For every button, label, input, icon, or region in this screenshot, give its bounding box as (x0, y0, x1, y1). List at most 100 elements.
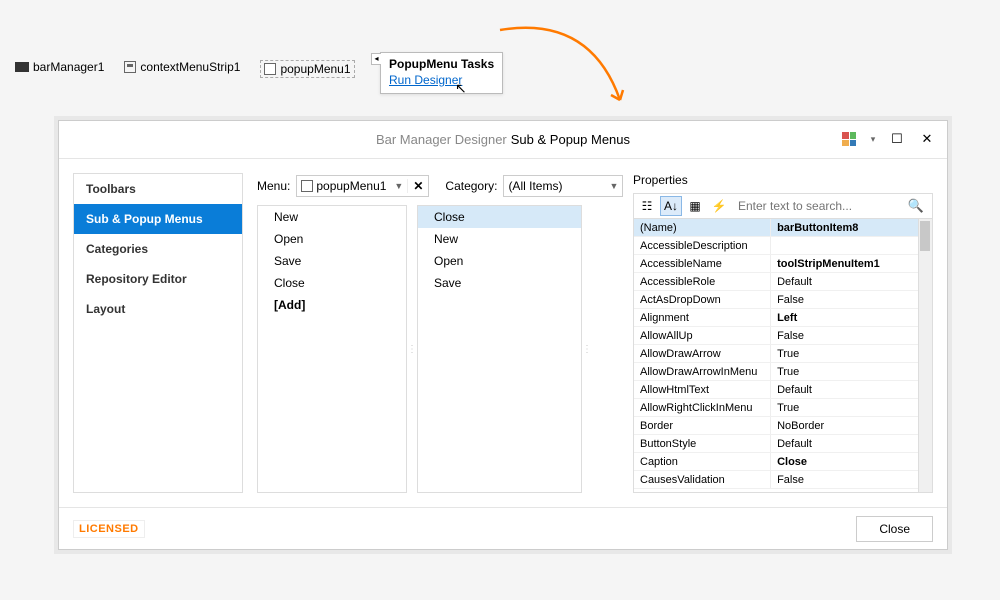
dialog-titlebar: Bar Manager Designer Sub & Popup Menus ▾… (59, 121, 947, 159)
sidebar-item-repository[interactable]: Repository Editor (74, 264, 242, 294)
list-item[interactable]: New (258, 206, 406, 228)
property-value[interactable]: Close (771, 456, 932, 468)
scrollbar[interactable] (918, 219, 932, 492)
property-row[interactable]: AlignmentLeft (634, 309, 932, 327)
tray-popup-menu[interactable]: popupMenu1 (260, 60, 354, 78)
tray-bar-manager[interactable]: barManager1 (15, 60, 104, 74)
splitter-grip[interactable]: ⋮ (582, 205, 592, 493)
property-row[interactable]: AllowAllUpFalse (634, 327, 932, 345)
list-item[interactable]: Open (258, 228, 406, 250)
scrollbar-thumb[interactable] (920, 221, 930, 251)
categorized-button[interactable]: ☷ (636, 196, 658, 216)
property-row[interactable]: AllowDrawArrowTrue (634, 345, 932, 363)
sidebar-item-layout[interactable]: Layout (74, 294, 242, 324)
property-row[interactable]: AccessibleRoleDefault (634, 273, 932, 291)
available-items-list[interactable]: New Open Save Close [Add] (257, 205, 407, 493)
menu-combo-value: popupMenu1 (316, 179, 386, 193)
tray-label: popupMenu1 (280, 62, 350, 76)
property-value[interactable]: True (771, 402, 932, 414)
list-item[interactable]: Save (258, 250, 406, 272)
property-key: AllowRightClickInMenu (634, 399, 771, 416)
sidebar-item-sub-popup[interactable]: Sub & Popup Menus (74, 204, 242, 234)
lists-area: New Open Save Close [Add] ⋮ Close New Op… (257, 205, 619, 493)
property-row[interactable]: AccessibleDescription (634, 237, 932, 255)
property-row[interactable]: ButtonStyleDefault (634, 435, 932, 453)
menu-items-list[interactable]: Close New Open Save (417, 205, 582, 493)
property-row[interactable]: AllowRightClickInMenuTrue (634, 399, 932, 417)
property-key: AllowDrawArrow (634, 345, 771, 362)
property-value[interactable]: Left (771, 312, 932, 324)
run-designer-link[interactable]: Run Designer (389, 73, 462, 87)
list-item[interactable]: Close (418, 206, 581, 228)
center-panel: Menu: popupMenu1 ▼ ✕ Category: (All Item… (257, 173, 619, 493)
property-row[interactable]: AllowHtmlTextDefault (634, 381, 932, 399)
category-combo-value: (All Items) (504, 179, 566, 193)
property-row[interactable]: CausesValidationFalse (634, 471, 932, 489)
events-button[interactable]: ⚡ (708, 196, 730, 216)
sidebar-item-categories[interactable]: Categories (74, 234, 242, 264)
property-row[interactable]: AllowDrawArrowInMenuTrue (634, 363, 932, 381)
property-value[interactable]: False (771, 474, 932, 486)
title-suffix: Sub & Popup Menus (511, 132, 630, 147)
property-value[interactable]: False (771, 330, 932, 342)
property-row[interactable]: BorderNoBorder (634, 417, 932, 435)
alphabetical-button[interactable]: A↓ (660, 196, 682, 216)
property-value[interactable]: barButtonItem8 (771, 222, 932, 234)
skin-picker-button[interactable] (837, 127, 861, 151)
menu-combo[interactable]: popupMenu1 ▼ ✕ (296, 175, 429, 197)
chevron-down-icon[interactable]: ▼ (390, 181, 407, 191)
tray-context-menu[interactable]: contextMenuStrip1 (124, 60, 240, 74)
list-item[interactable]: Save (418, 272, 581, 294)
property-value[interactable]: True (771, 366, 932, 378)
dialog-footer: LICENSED Close (59, 507, 947, 549)
close-window-button[interactable]: ✕ (915, 127, 939, 151)
skin-dropdown-icon[interactable]: ▾ (867, 127, 879, 151)
property-pages-button[interactable]: ▦ (684, 196, 706, 216)
chevron-down-icon[interactable]: ▼ (606, 181, 623, 191)
add-item[interactable]: [Add] (258, 294, 406, 316)
property-key: AllowHtmlText (634, 381, 771, 398)
property-key: AccessibleName (634, 255, 771, 272)
property-key: AccessibleDescription (634, 237, 771, 254)
property-value[interactable]: False (771, 294, 932, 306)
property-value[interactable]: Default (771, 384, 932, 396)
property-row[interactable]: (Name)barButtonItem8 (634, 219, 932, 237)
sidebar-item-toolbars[interactable]: Toolbars (74, 174, 242, 204)
splitter-grip[interactable]: ⋮ (407, 205, 417, 493)
category-combo[interactable]: (All Items) ▼ (503, 175, 623, 197)
context-menu-icon (124, 61, 136, 73)
property-row[interactable]: CaptionClose (634, 453, 932, 471)
property-value[interactable]: Default (771, 438, 932, 450)
property-key: AllowAllUp (634, 327, 771, 344)
clear-menu-button[interactable]: ✕ (407, 179, 428, 193)
property-key: Caption (634, 453, 771, 470)
properties-panel: Properties ☷ A↓ ▦ ⚡ 🔍 (Name)barButtonIte… (633, 173, 933, 493)
property-search-input[interactable] (732, 199, 900, 213)
property-value[interactable]: Default (771, 276, 932, 288)
property-row[interactable]: ActAsDropDownFalse (634, 291, 932, 309)
property-value[interactable]: toolStripMenuItem1 (771, 258, 932, 270)
property-key: (Name) (634, 219, 771, 236)
property-grid[interactable]: (Name)barButtonItem8AccessibleDescriptio… (633, 219, 933, 493)
bar-manager-icon (15, 62, 29, 72)
close-button[interactable]: Close (856, 516, 933, 542)
property-key: AllowDrawArrowInMenu (634, 363, 771, 380)
property-value[interactable]: True (771, 348, 932, 360)
property-key: ButtonStyle (634, 435, 771, 452)
list-item[interactable]: New (418, 228, 581, 250)
property-value[interactable]: NoBorder (771, 420, 932, 432)
property-row[interactable]: AccessibleNametoolStripMenuItem1 (634, 255, 932, 273)
property-key: CausesValidation (634, 471, 771, 488)
annotation-arrow-icon (490, 20, 660, 130)
list-item[interactable]: Open (418, 250, 581, 272)
list-item[interactable]: Close (258, 272, 406, 294)
license-badge: LICENSED (73, 520, 145, 538)
maximize-button[interactable]: ☐ (885, 127, 909, 151)
tray-label: barManager1 (33, 60, 104, 74)
properties-toolbar: ☷ A↓ ▦ ⚡ 🔍 (633, 193, 933, 219)
center-toolbar: Menu: popupMenu1 ▼ ✕ Category: (All Item… (257, 173, 619, 199)
designer-dialog: Bar Manager Designer Sub & Popup Menus ▾… (58, 120, 948, 550)
popup-menu-icon (301, 180, 313, 192)
smart-tag-glyph-icon[interactable]: ◂ (371, 53, 381, 65)
category-label: Category: (445, 179, 497, 193)
